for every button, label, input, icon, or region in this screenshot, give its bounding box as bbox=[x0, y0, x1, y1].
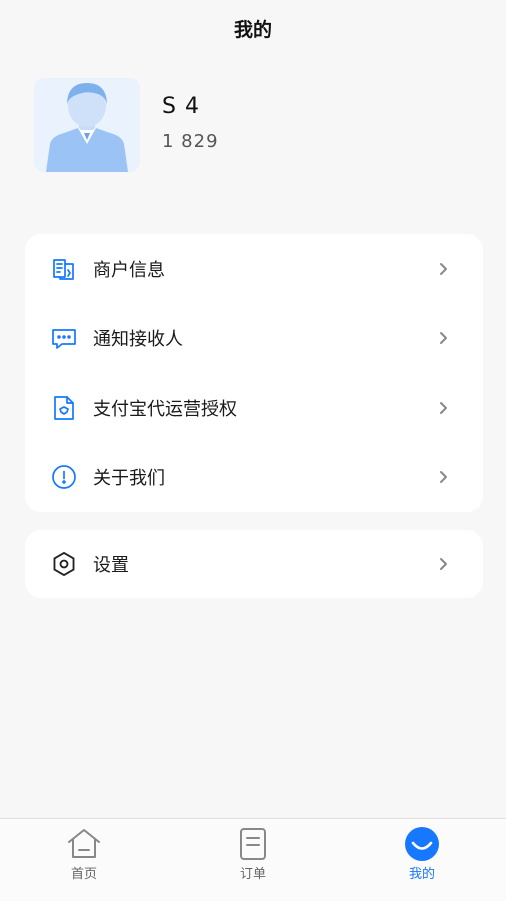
user-avatar-icon bbox=[46, 83, 128, 172]
menu-item-about-us[interactable]: 关于我们 bbox=[25, 443, 483, 513]
menu-item-settings[interactable]: 设置 bbox=[25, 530, 483, 598]
menu-item-label: 设置 bbox=[93, 555, 129, 576]
menu-item-label: 支付宝代运营授权 bbox=[93, 398, 237, 420]
profile-smile-icon bbox=[405, 827, 439, 861]
top-bar: 我的 bbox=[0, 0, 506, 56]
chevron-right-icon bbox=[440, 332, 447, 345]
page-title: 我的 bbox=[233, 18, 272, 41]
tab-home[interactable]: 首页 bbox=[0, 819, 168, 901]
menu-card: 商户信息 通知接收人 支付宝代运营授权 关于我们 bbox=[25, 234, 483, 512]
profile-name: S 4 bbox=[162, 94, 200, 119]
tab-label: 首页 bbox=[70, 867, 97, 882]
menu-item-label: 关于我们 bbox=[93, 468, 165, 490]
tab-orders[interactable]: 订单 bbox=[169, 819, 337, 901]
authorization-document-icon bbox=[51, 395, 77, 421]
menu-item-label: 通知接收人 bbox=[93, 329, 183, 351]
home-icon bbox=[68, 829, 100, 858]
bottom-tab-bar: 首页 订单 我的 bbox=[0, 818, 506, 901]
menu-item-notification-receiver[interactable]: 通知接收人 bbox=[25, 304, 483, 374]
chevron-right-icon bbox=[440, 558, 447, 570]
menu-item-merchant-info[interactable]: 商户信息 bbox=[25, 234, 483, 304]
gear-icon bbox=[51, 551, 77, 577]
avatar[interactable] bbox=[34, 78, 140, 172]
tab-mine[interactable]: 我的 bbox=[338, 819, 506, 901]
merchant-info-icon bbox=[51, 256, 77, 282]
tab-label: 我的 bbox=[408, 867, 435, 882]
message-icon bbox=[51, 325, 77, 351]
tab-label: 订单 bbox=[239, 867, 266, 882]
menu-item-label: 商户信息 bbox=[93, 259, 165, 281]
chevron-right-icon bbox=[440, 262, 447, 275]
order-icon bbox=[240, 828, 266, 860]
settings-card: 设置 bbox=[25, 530, 483, 598]
chevron-right-icon bbox=[440, 471, 447, 484]
chevron-right-icon bbox=[440, 401, 447, 414]
menu-item-alipay-authorization[interactable]: 支付宝代运营授权 bbox=[25, 373, 483, 443]
profile-phone: 1 829 bbox=[162, 131, 219, 152]
info-circle-icon bbox=[51, 464, 77, 490]
profile-section[interactable]: S 4 1 829 bbox=[34, 78, 474, 172]
